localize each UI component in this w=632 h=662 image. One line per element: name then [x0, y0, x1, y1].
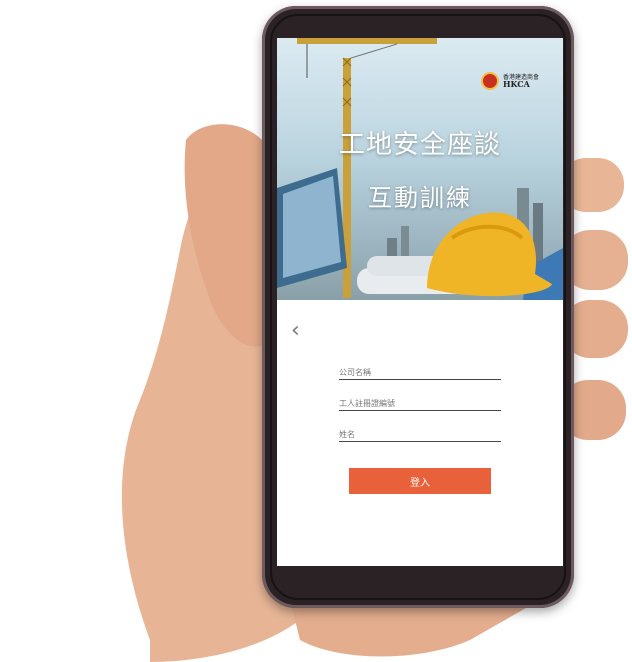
banner-title-line2: 互動訓練	[368, 184, 472, 212]
worker-id-input[interactable]	[339, 399, 501, 411]
app-screen: 香港建造商會 HKCA 工地安全座談 互動訓練 ‹ 登入	[277, 38, 563, 566]
banner-title-line1: 工地安全座談	[338, 130, 501, 160]
hkca-logo: 香港建造商會 HKCA	[481, 72, 539, 90]
logo-abbr: HKCA	[503, 79, 530, 89]
hkca-emblem-icon	[481, 72, 499, 90]
login-button[interactable]: 登入	[349, 468, 491, 494]
company-name-input[interactable]	[339, 368, 501, 380]
banner-image: 香港建造商會 HKCA 工地安全座談 互動訓練	[277, 38, 563, 300]
back-chevron-icon[interactable]: ‹	[291, 318, 300, 343]
name-input[interactable]	[339, 430, 501, 442]
